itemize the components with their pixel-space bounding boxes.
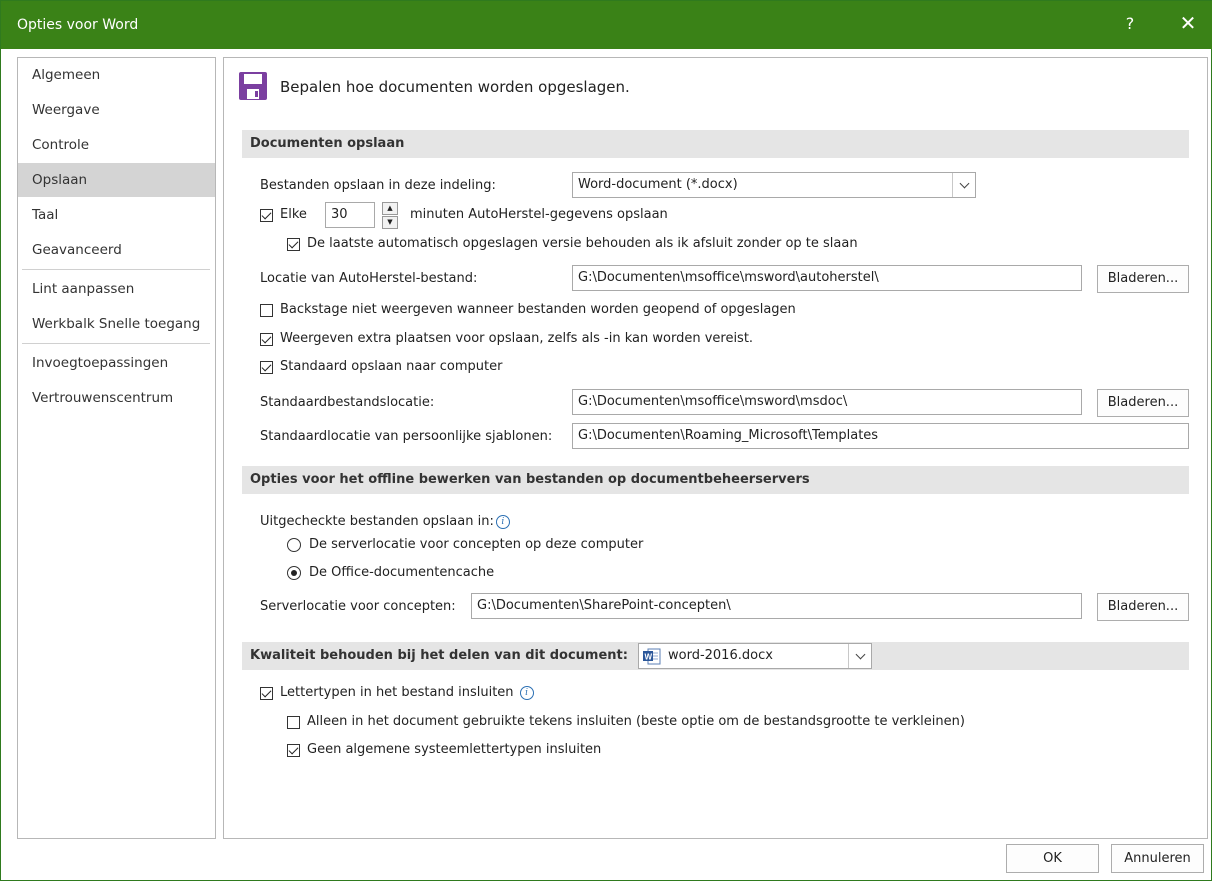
no-system-fonts-label: Geen algemene systeemlettertypen insluit… xyxy=(307,742,602,757)
close-icon[interactable]: ✕ xyxy=(1176,11,1200,35)
autorecover-label: Locatie van AutoHerstel-bestand: xyxy=(260,271,478,286)
minutes-label: minuten AutoHerstel-gegevens opslaan xyxy=(410,207,668,222)
checked-out-label: Uitgecheckte bestanden opslaan in: i xyxy=(260,514,510,529)
floppy-disk-icon xyxy=(239,72,267,100)
info-icon[interactable]: i xyxy=(495,515,510,529)
sidebar-divider xyxy=(22,343,210,344)
format-label: Bestanden opslaan in deze indeling: xyxy=(260,178,496,193)
keep-last-checkbox[interactable] xyxy=(287,238,300,251)
cancel-button[interactable]: Annuleren xyxy=(1111,844,1204,873)
spin-down-icon[interactable]: ▼ xyxy=(382,216,398,229)
sidebar-divider xyxy=(22,269,210,270)
format-value: Word-document (*.docx) xyxy=(578,177,738,192)
server-drafts-value: G:\Documenten\SharePoint-concepten\ xyxy=(477,598,731,613)
sidebar-item-geavanceerd[interactable]: Geavanceerd xyxy=(18,233,215,267)
section-offline-header: Opties voor het offline bewerken van bes… xyxy=(242,466,1189,494)
info-icon[interactable]: i xyxy=(519,686,534,700)
autosave-checkbox[interactable] xyxy=(260,209,273,222)
format-dropdown[interactable]: Word-document (*.docx) xyxy=(572,172,976,198)
radio-office-cache[interactable] xyxy=(287,566,301,580)
every-label: Elke xyxy=(280,207,307,222)
only-used-chars-checkbox[interactable] xyxy=(287,716,300,729)
browse-autorecover-button[interactable]: Bladeren... xyxy=(1097,265,1189,293)
title-bar: Opties voor Word ? ✕ xyxy=(1,1,1212,49)
sidebar-item-werkbalk[interactable]: Werkbalk Snelle toegang xyxy=(18,307,215,341)
default-location-value: G:\Documenten\msoffice\msword\msdoc\ xyxy=(578,394,848,409)
section-title: Kwaliteit behouden bij het delen van dit… xyxy=(250,648,628,663)
minutes-stepper[interactable]: ▲ ▼ xyxy=(382,202,398,229)
embed-fonts-row: Lettertypen in het bestand insluiten i xyxy=(280,685,534,700)
section-title: Documenten opslaan xyxy=(250,136,405,151)
server-drafts-input[interactable]: G:\Documenten\SharePoint-concepten\ xyxy=(471,593,1082,619)
browse-default-location-button[interactable]: Bladeren... xyxy=(1097,389,1189,417)
embed-fonts-checkbox[interactable] xyxy=(260,687,273,700)
chevron-down-icon[interactable] xyxy=(952,173,975,197)
checked-out-text: Uitgecheckte bestanden opslaan in: xyxy=(260,514,494,529)
document-value: word-2016.docx xyxy=(668,648,773,663)
radio-server-location[interactable] xyxy=(287,538,301,552)
sidebar-item-controle[interactable]: Controle xyxy=(18,128,215,162)
ok-button[interactable]: OK xyxy=(1006,844,1099,873)
default-location-label: Standaardbestandslocatie: xyxy=(260,395,435,410)
templates-label: Standaardlocatie van persoonlijke sjablo… xyxy=(260,429,553,444)
radio-server-label: De serverlocatie voor concepten op deze … xyxy=(309,537,644,552)
minutes-value: 30 xyxy=(331,207,348,222)
extra-places-checkbox[interactable] xyxy=(260,333,273,346)
sidebar-item-algemeen[interactable]: Algemeen xyxy=(18,58,215,92)
spin-up-icon[interactable]: ▲ xyxy=(382,202,398,215)
sidebar-item-lint-aanpassen[interactable]: Lint aanpassen xyxy=(18,272,215,306)
section-save-header: Documenten opslaan xyxy=(242,130,1189,158)
templates-value: G:\Documenten\Roaming_Microsoft\Template… xyxy=(578,428,879,443)
svg-text:W: W xyxy=(645,653,653,662)
sidebar-item-taal[interactable]: Taal xyxy=(18,198,215,232)
options-dialog: Opties voor Word ? ✕ Algemeen Weergave C… xyxy=(0,0,1212,881)
autorecover-path-input[interactable]: G:\Documenten\msoffice\msword\autoherste… xyxy=(572,265,1082,291)
backstage-label: Backstage niet weergeven wanneer bestand… xyxy=(280,302,796,317)
sidebar-item-vertrouwenscentrum[interactable]: Vertrouwenscentrum xyxy=(18,381,215,415)
sidebar-item-opslaan[interactable]: Opslaan xyxy=(18,163,215,197)
keep-last-label: De laatste automatisch opgeslagen versie… xyxy=(307,236,858,251)
default-computer-checkbox[interactable] xyxy=(260,361,273,374)
extra-places-label: Weergeven extra plaatsen voor opslaan, z… xyxy=(280,331,754,346)
radio-cache-label: De Office-documentencache xyxy=(309,565,495,580)
sidebar-item-weergave[interactable]: Weergave xyxy=(18,93,215,127)
section-title: Opties voor het offline bewerken van bes… xyxy=(250,472,810,487)
category-sidebar: Algemeen Weergave Controle Opslaan Taal … xyxy=(17,57,216,839)
only-used-chars-label: Alleen in het document gebruikte tekens … xyxy=(307,714,965,729)
page-heading: Bepalen hoe documenten worden opgeslagen… xyxy=(280,78,630,96)
browse-server-drafts-button[interactable]: Bladeren... xyxy=(1097,593,1189,621)
autorecover-value: G:\Documenten\msoffice\msword\autoherste… xyxy=(578,270,879,285)
minutes-input[interactable]: 30 xyxy=(325,202,375,228)
word-document-icon: W xyxy=(643,648,661,665)
templates-input[interactable]: G:\Documenten\Roaming_Microsoft\Template… xyxy=(572,423,1189,449)
default-computer-label: Standaard opslaan naar computer xyxy=(280,359,503,374)
sidebar-item-invoegtoepassingen[interactable]: Invoegtoepassingen xyxy=(18,346,215,380)
window-title: Opties voor Word xyxy=(17,17,139,33)
backstage-checkbox[interactable] xyxy=(260,304,273,317)
no-system-fonts-checkbox[interactable] xyxy=(287,744,300,757)
document-dropdown[interactable]: W word-2016.docx xyxy=(638,643,872,669)
chevron-down-icon[interactable] xyxy=(848,644,871,668)
embed-fonts-label: Lettertypen in het bestand insluiten xyxy=(280,685,514,700)
default-location-input[interactable]: G:\Documenten\msoffice\msword\msdoc\ xyxy=(572,389,1082,415)
help-icon[interactable]: ? xyxy=(1120,14,1140,33)
settings-panel: Bepalen hoe documenten worden opgeslagen… xyxy=(223,57,1208,839)
server-drafts-label: Serverlocatie voor concepten: xyxy=(260,599,456,614)
